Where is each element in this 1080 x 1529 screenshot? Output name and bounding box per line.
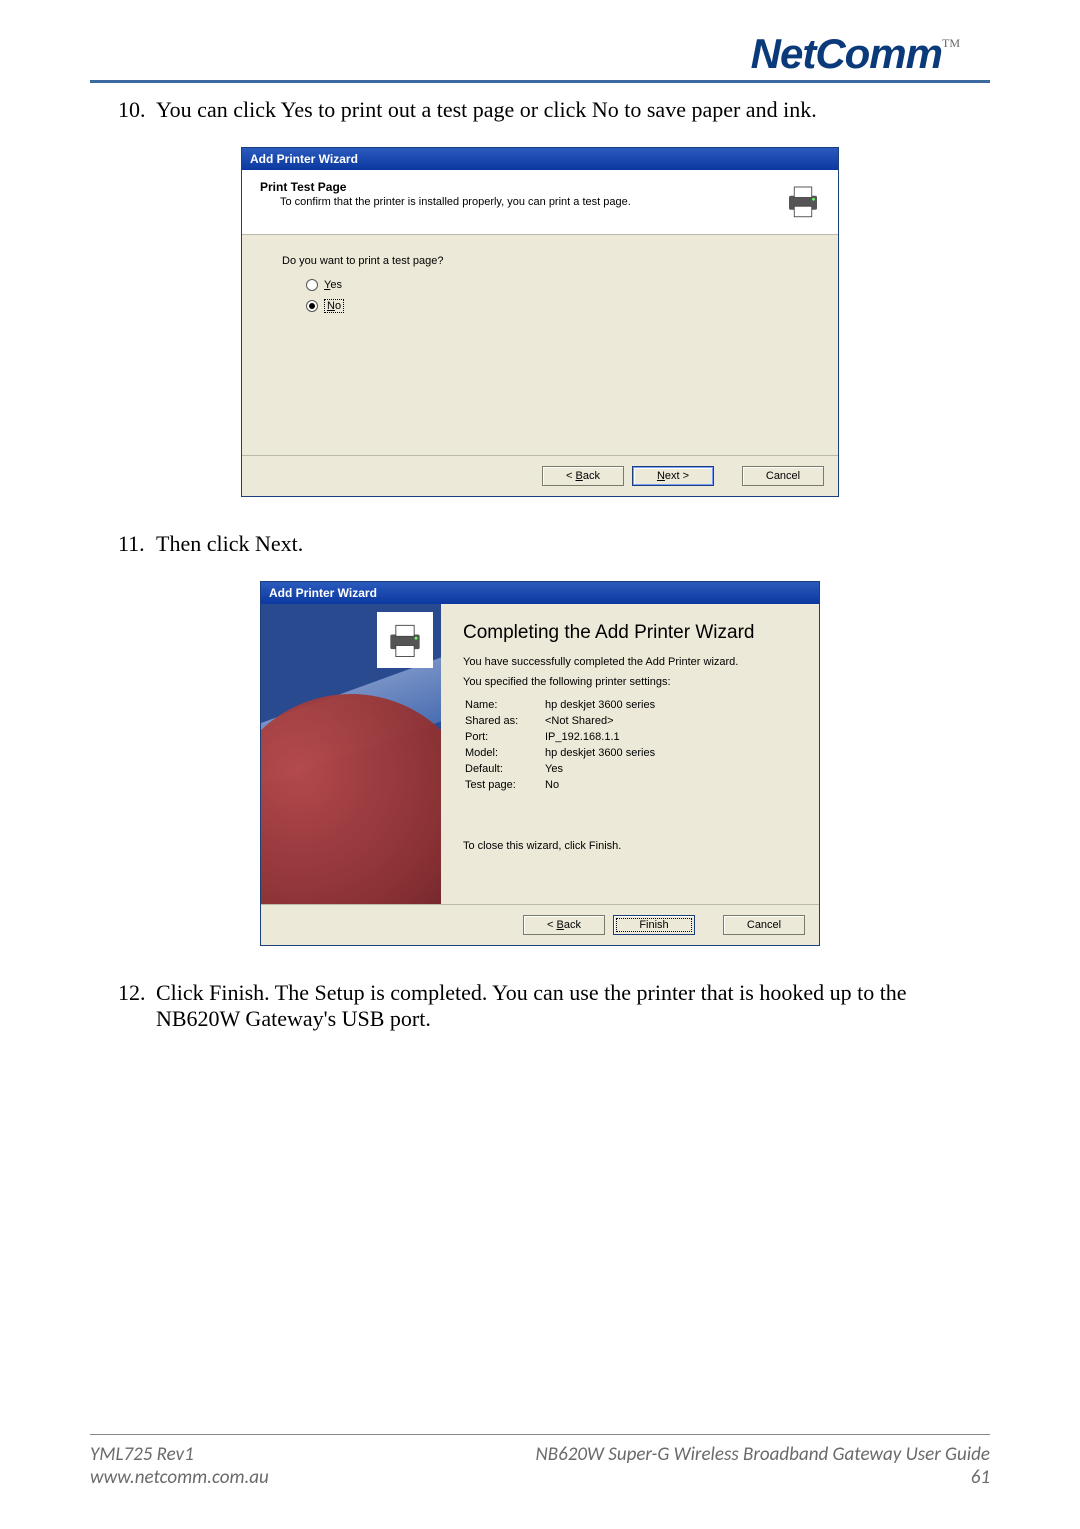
dialog-title: Add Printer Wizard: [242, 148, 838, 170]
setting-value: IP_192.168.1.1: [545, 730, 663, 744]
setting-value: hp deskjet 3600 series: [545, 698, 663, 712]
table-row: Test page:No: [465, 778, 663, 792]
setting-label: Test page:: [465, 778, 543, 792]
setting-label: Port:: [465, 730, 543, 744]
back-button[interactable]: < Back: [523, 915, 605, 935]
wizard-side-graphic: [261, 604, 441, 904]
question-text: Do you want to print a test page?: [282, 255, 798, 267]
close-hint: To close this wizard, click Finish.: [463, 840, 797, 852]
step-text: Click Finish. The Setup is completed. Yo…: [156, 980, 990, 1032]
step-text: Then click Next.: [156, 531, 303, 557]
doc-title: NB620W Super-G Wireless Broadband Gatewa…: [536, 1443, 990, 1466]
header-rule: [90, 80, 990, 83]
trademark: TM: [942, 36, 960, 50]
dialog-header: Print Test Page To confirm that the prin…: [242, 170, 838, 235]
step-10: 10. You can click Yes to print out a tes…: [118, 97, 990, 123]
dialog-title: Add Printer Wizard: [261, 582, 819, 604]
table-row: Model:hp deskjet 3600 series: [465, 746, 663, 760]
brand-logo: NetCommTM: [90, 20, 990, 78]
table-row: Port:IP_192.168.1.1: [465, 730, 663, 744]
setting-label: Name:: [465, 698, 543, 712]
settings-table: Name:hp deskjet 3600 series Shared as:<N…: [463, 696, 665, 794]
setting-value: Yes: [545, 762, 663, 776]
radio-yes-label: Yes: [324, 279, 342, 291]
doc-url: www.netcomm.com.au: [90, 1466, 269, 1489]
dialog-buttons: < Back Finish Cancel: [261, 904, 819, 945]
setting-label: Model:: [465, 746, 543, 760]
step-number: 11.: [118, 531, 156, 557]
header-title: Print Test Page: [260, 180, 631, 194]
wizard-print-test-page: Add Printer Wizard Print Test Page To co…: [241, 147, 839, 497]
setting-label: Shared as:: [465, 714, 543, 728]
dialog-buttons: < Back Next > Cancel: [242, 455, 838, 496]
printer-icon: [377, 612, 433, 668]
page-number: 61: [536, 1466, 990, 1489]
cancel-button[interactable]: Cancel: [723, 915, 805, 935]
cancel-button[interactable]: Cancel: [742, 466, 824, 486]
completion-line1: You have successfully completed the Add …: [463, 656, 797, 668]
radio-yes[interactable]: Yes: [306, 279, 798, 291]
setting-label: Default:: [465, 762, 543, 776]
step-11: 11. Then click Next.: [118, 531, 990, 557]
setting-value: hp deskjet 3600 series: [545, 746, 663, 760]
page-footer: YML725 Rev1 www.netcomm.com.au NB620W Su…: [90, 1434, 990, 1489]
radio-icon: [306, 279, 318, 291]
step-text: You can click Yes to print out a test pa…: [156, 97, 817, 123]
doc-revision: YML725 Rev1: [90, 1443, 269, 1466]
radio-icon: [306, 300, 318, 312]
next-button[interactable]: Next >: [632, 466, 714, 486]
step-number: 10.: [118, 97, 156, 123]
finish-button[interactable]: Finish: [613, 915, 695, 935]
wizard-summary: Completing the Add Printer Wizard You ha…: [441, 604, 819, 904]
dialog-body: Do you want to print a test page? Yes No: [242, 235, 838, 455]
completion-line2: You specified the following printer sett…: [463, 676, 797, 688]
radio-no[interactable]: No: [306, 299, 798, 313]
header-subtitle: To confirm that the printer is installed…: [280, 196, 631, 208]
table-row: Shared as:<Not Shared>: [465, 714, 663, 728]
brand-text: NetComm: [751, 30, 942, 78]
setting-value: <Not Shared>: [545, 714, 663, 728]
printer-icon: [782, 180, 824, 222]
step-12: 12. Click Finish. The Setup is completed…: [118, 980, 990, 1032]
setting-value: No: [545, 778, 663, 792]
completion-title: Completing the Add Printer Wizard: [463, 622, 797, 644]
step-number: 12.: [118, 980, 156, 1032]
table-row: Name:hp deskjet 3600 series: [465, 698, 663, 712]
back-button[interactable]: < Back: [542, 466, 624, 486]
table-row: Default:Yes: [465, 762, 663, 776]
radio-no-label: No: [324, 299, 344, 313]
wizard-completion: Add Printer Wizard Complet: [260, 581, 820, 946]
